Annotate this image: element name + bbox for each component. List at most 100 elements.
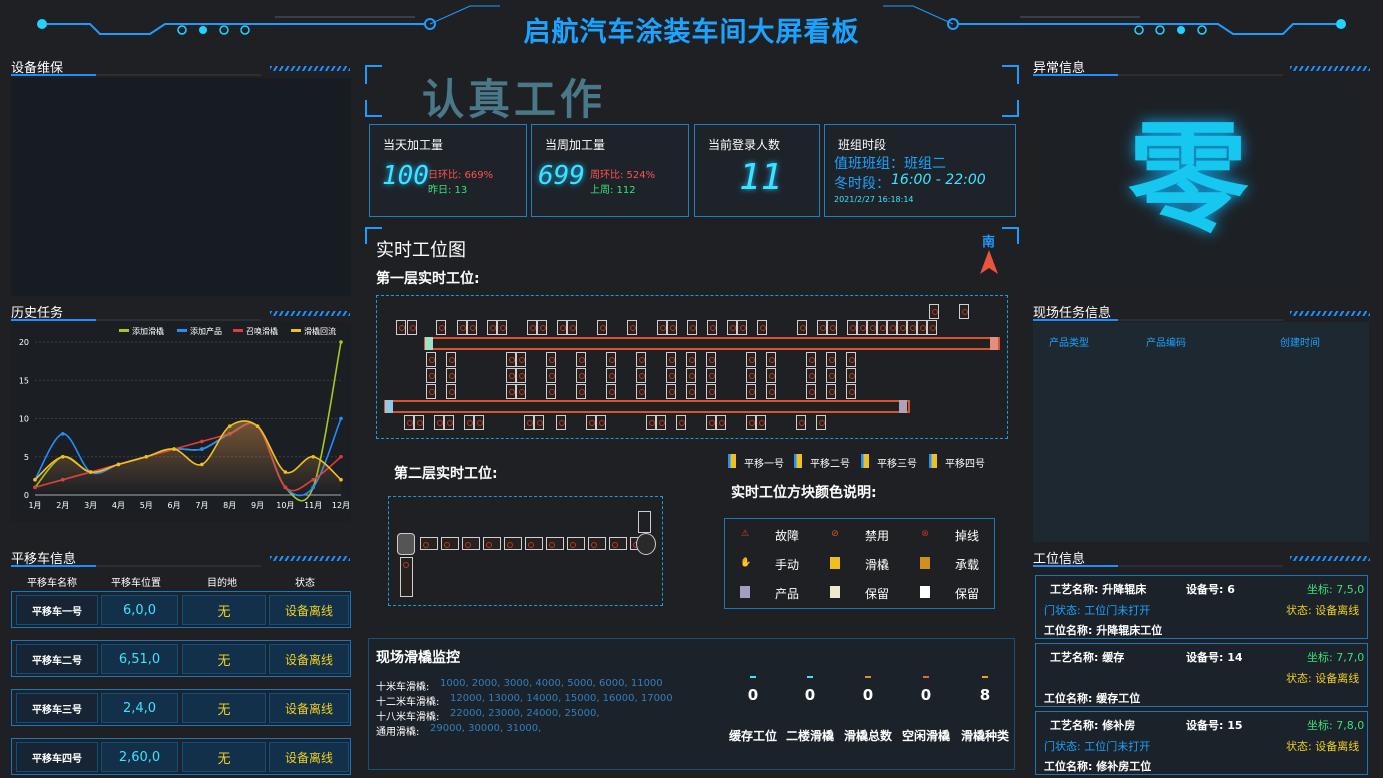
floor1-cell bbox=[414, 415, 424, 430]
station-proc: 工艺名称: 升降辊床 bbox=[1050, 583, 1147, 596]
color-legend-label: 故障 bbox=[775, 529, 800, 543]
floor1-cell bbox=[706, 352, 716, 367]
floor2-cell bbox=[441, 537, 459, 550]
data-point bbox=[311, 454, 315, 459]
floor1-cell bbox=[537, 320, 547, 335]
floor1-cell bbox=[474, 415, 484, 430]
color-legend-label: 保留 bbox=[955, 587, 980, 601]
floor1-cell bbox=[506, 368, 516, 383]
floor1-cell bbox=[446, 368, 456, 383]
floor1-cell bbox=[687, 320, 697, 335]
col-name: 平移车名称 bbox=[27, 578, 77, 589]
floor1-cell bbox=[746, 415, 756, 430]
floor1-cell bbox=[546, 368, 556, 383]
tasks-panel bbox=[1033, 322, 1369, 542]
trolley-dest: 无 bbox=[182, 693, 266, 723]
skid-line-value: 12000, 13000, 14000, 15000, 16000, 17000 bbox=[450, 693, 673, 704]
color-legend-label: 承载 bbox=[955, 558, 980, 572]
floor1-cell bbox=[636, 352, 646, 367]
kpi-card-daily: 当天加工量 100 日环比: 669% 昨日: 13 bbox=[369, 124, 527, 217]
station-coord: 坐标: 7,7,0 bbox=[1307, 651, 1365, 664]
floor1-cell bbox=[826, 384, 836, 399]
floor1-cell bbox=[407, 320, 417, 335]
shift-period: 16:00 - 22:00 bbox=[891, 172, 986, 188]
trolley-name: 平移车三号 bbox=[16, 693, 98, 723]
station-state: 状态: 设备离线 bbox=[1286, 604, 1360, 617]
station-name: 工位名称: 升降辊床工位 bbox=[1044, 624, 1163, 637]
station-door: 门状态: 工位门未打开 bbox=[1044, 740, 1151, 753]
legend-swatch bbox=[119, 329, 129, 332]
stat-marker bbox=[982, 676, 988, 678]
legend-label: 添加滑橇 bbox=[132, 326, 164, 336]
skid-line-key: 十二米车滑橇: bbox=[376, 697, 440, 708]
title-hatch bbox=[270, 556, 350, 561]
kpi-value: 100 bbox=[382, 161, 429, 191]
skid-icon bbox=[830, 557, 840, 569]
floor1-cell bbox=[506, 384, 516, 399]
trolley-legend-label: 平移二号 bbox=[810, 459, 850, 470]
floor1-cell bbox=[606, 352, 616, 367]
trolley-legend-icon bbox=[929, 454, 937, 468]
floor1-cell bbox=[534, 415, 544, 430]
station-door: 门状态: 工位门未打开 bbox=[1044, 604, 1151, 617]
fault-icon: ⚠ bbox=[740, 529, 750, 539]
stat-value: 0 bbox=[804, 686, 816, 704]
floor1-cell bbox=[667, 320, 677, 335]
tasks-col-code: 产品编码 bbox=[1146, 338, 1186, 349]
station-state: 状态: 设备离线 bbox=[1286, 672, 1360, 685]
floor2-cell bbox=[483, 537, 501, 550]
shift-datetime: 2021/2/27 16:18:14 bbox=[834, 195, 914, 204]
trolley-row[interactable]: 平移车二号 6,51,0 无设备离线 bbox=[11, 640, 351, 677]
floor1-rail-top bbox=[424, 337, 1000, 350]
maintenance-panel bbox=[11, 78, 351, 296]
floor1-cell bbox=[606, 384, 616, 399]
x-tick-label: 8月 bbox=[223, 501, 236, 510]
floor1-cell bbox=[516, 368, 526, 383]
floor1-cell bbox=[707, 320, 717, 335]
x-tick-label: 6月 bbox=[168, 501, 181, 510]
trolley-row[interactable]: 平移车四号 2,60,0 无设备离线 bbox=[11, 738, 351, 775]
data-point bbox=[116, 462, 121, 467]
title-underline bbox=[11, 319, 261, 321]
stat-label: 二楼滑橇 bbox=[785, 729, 834, 743]
trolley-legend-label: 平移四号 bbox=[945, 459, 985, 470]
kpi-ratio: 周环比: 524% bbox=[590, 170, 656, 181]
data-point bbox=[339, 416, 343, 421]
trolley-row[interactable]: 平移车三号 2,4,0 无设备离线 bbox=[11, 689, 351, 726]
title-hatch bbox=[1290, 66, 1370, 71]
stat-marker bbox=[923, 676, 929, 678]
trolley-pos: 2,4,0 bbox=[101, 693, 178, 723]
floor1-cell bbox=[846, 384, 856, 399]
floor2-cell bbox=[567, 537, 585, 550]
stat-label: 空闲滑橇 bbox=[901, 729, 950, 743]
data-point bbox=[61, 432, 65, 436]
color-legend-label: 保留 bbox=[865, 587, 890, 601]
station-card[interactable]: 工艺名称: 修补房 设备号: 15 坐标: 7,8,0 门状态: 工位门未打开 状态: … bbox=[1035, 711, 1368, 775]
reserved-icon bbox=[920, 586, 930, 598]
station-card[interactable]: 工艺名称: 缓存 设备号: 14 坐标: 7,7,0 状态: 设备离线 工位名称: 缓存… bbox=[1035, 643, 1368, 707]
floor2-map bbox=[388, 496, 663, 606]
trolley-row[interactable]: 平移车一号 6,0,0 无设备离线 bbox=[11, 591, 351, 628]
floor1-cell bbox=[846, 368, 856, 383]
legend-label: 召唤滑橇 bbox=[246, 326, 278, 336]
kpi-label: 当周加工量 bbox=[545, 138, 606, 152]
floor1-cell bbox=[917, 320, 927, 335]
floor1-cell bbox=[757, 320, 767, 335]
station-card[interactable]: 工艺名称: 升降辊床 设备号: 6 坐标: 7,5,0 门状态: 工位门未打开 状态: … bbox=[1035, 575, 1368, 639]
legend-swatch bbox=[233, 329, 243, 332]
floor1-cell bbox=[524, 415, 534, 430]
floor1-cell bbox=[657, 320, 667, 335]
legend-swatch bbox=[291, 329, 301, 332]
map-title: 实时工位图 bbox=[376, 240, 466, 261]
station-device: 设备号: 14 bbox=[1186, 651, 1243, 664]
y-tick-label: 0 bbox=[24, 491, 29, 500]
floor1-cell bbox=[867, 320, 877, 335]
stat-marker bbox=[750, 676, 756, 678]
floor1-cell bbox=[557, 320, 567, 335]
floor1-cell bbox=[706, 384, 716, 399]
x-tick-label: 10月 bbox=[276, 501, 294, 510]
kpi-value: 699 bbox=[538, 161, 585, 191]
trolley-pos: 6,51,0 bbox=[101, 644, 178, 674]
floor1-cell bbox=[806, 368, 816, 383]
station-device: 设备号: 15 bbox=[1186, 719, 1243, 732]
